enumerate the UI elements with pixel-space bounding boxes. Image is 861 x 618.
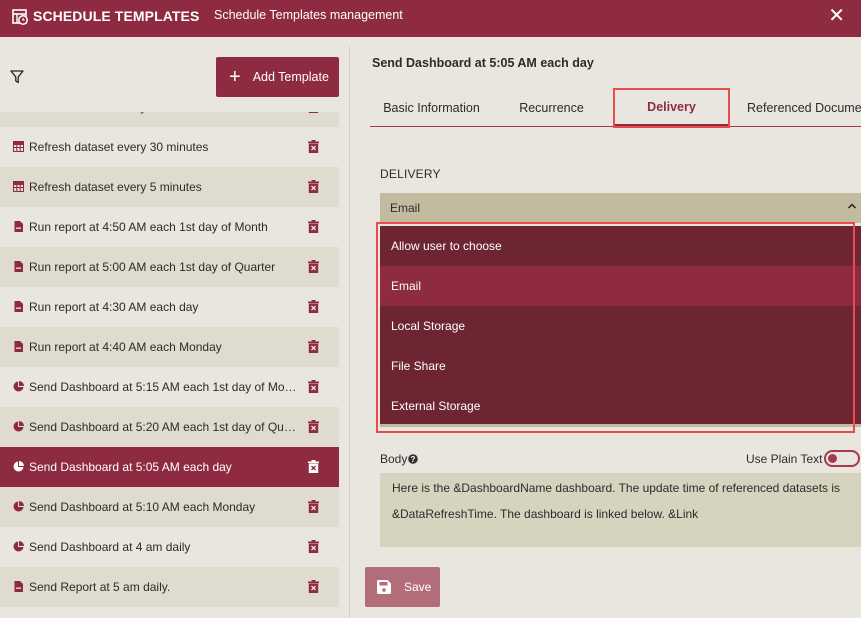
list-item[interactable]: Send Report at 5 am daily. — [0, 567, 339, 607]
delete-icon[interactable] — [308, 260, 319, 273]
list-item-label: Send Dashboard at 5:10 AM each Monday — [29, 500, 256, 514]
calendar-clock-icon — [12, 9, 28, 25]
list-item-selected[interactable]: Send Dashboard at 5:05 AM each day — [0, 447, 339, 487]
add-template-label: Add Template — [252, 70, 329, 84]
body-label: Body ? — [380, 452, 419, 466]
delete-icon[interactable] — [308, 460, 319, 473]
svg-text:?: ? — [411, 455, 416, 464]
add-template-button[interactable]: + Add Template — [216, 57, 339, 97]
body-text-line-2: &DataRefreshTime. The dashboard is linke… — [392, 507, 699, 521]
tab-recurrence[interactable]: Recurrence — [493, 89, 610, 127]
delivery-option-allow-user-to-choose[interactable]: Allow user to choose — [380, 226, 861, 266]
delete-icon[interactable] — [308, 380, 319, 393]
chevron-up-icon — [847, 203, 857, 209]
body-text-line-1: Here is the &DashboardName dashboard. Th… — [392, 481, 841, 495]
delivery-selected-value: Email — [390, 201, 421, 215]
delivery-dropdown-menu: Allow user to choose Email Local Storage… — [380, 226, 861, 427]
delete-icon[interactable] — [308, 220, 319, 233]
report-icon — [13, 581, 24, 592]
list-item-label: Send Dashboard at 5:15 AM each 1st day o… — [29, 380, 301, 394]
delete-icon[interactable] — [308, 112, 319, 113]
delivery-option-email[interactable]: Email — [380, 266, 861, 306]
list-item-label: Send Dashboard at 5:05 AM each day — [29, 460, 232, 474]
list-item[interactable]: Refresh dataset every 5 minutes — [0, 167, 339, 207]
list-item[interactable]: Run report at 4:30 AM each day — [0, 287, 339, 327]
list-item[interactable]: Send Dashboard at 5:15 AM each 1st day o… — [0, 367, 339, 407]
app-subtitle: Schedule Templates management — [214, 8, 403, 22]
list-item-label: Refresh dataset every 5 minutes — [29, 180, 202, 194]
tab-referenced-documents[interactable]: Referenced Documen — [736, 89, 861, 127]
delivery-select[interactable]: Email — [380, 193, 861, 223]
list-item[interactable]: Send Dashboard at 4 am daily — [0, 527, 339, 567]
save-label: Save — [404, 580, 432, 594]
tab-basic-information[interactable]: Basic Information — [370, 89, 493, 127]
list-item-label: Send Dashboard at 4 am daily — [29, 540, 191, 554]
dataset-icon — [13, 181, 24, 192]
delete-icon[interactable] — [308, 140, 319, 153]
delete-icon[interactable] — [308, 580, 319, 593]
dashboard-icon — [13, 461, 24, 472]
report-icon — [13, 301, 24, 312]
toggle-knob — [828, 454, 837, 463]
use-plain-text-label: Use Plain Text — [746, 452, 823, 466]
list-item-label: Run report at 4:30 AM each day — [29, 300, 199, 314]
save-icon — [377, 580, 391, 594]
delivery-section-label: DELIVERY — [380, 167, 441, 181]
list-item-label: Refresh dataset every 12 hour — [29, 112, 301, 114]
save-button[interactable]: Save — [365, 567, 440, 607]
app-title: SCHEDULE TEMPLATES — [33, 8, 200, 24]
list-item[interactable]: Run report at 4:50 AM each 1st day of Mo… — [0, 207, 339, 247]
list-item[interactable]: Refresh dataset every 12 hour — [0, 112, 339, 127]
dashboard-icon — [13, 541, 24, 552]
list-item-label: Refresh dataset every 30 minutes — [29, 140, 209, 154]
dataset-icon — [13, 141, 24, 152]
delivery-option-local-storage[interactable]: Local Storage — [380, 306, 861, 346]
list-item[interactable]: Send Dashboard at 5:10 AM each Monday — [0, 487, 339, 527]
plus-icon: + — [229, 66, 241, 88]
delete-icon[interactable] — [308, 540, 319, 553]
delete-icon[interactable] — [308, 300, 319, 313]
body-textarea[interactable]: Here is the &DashboardName dashboard. Th… — [380, 473, 861, 547]
template-list: Refresh dataset every 12 hour Refresh dat… — [0, 112, 339, 618]
close-icon[interactable]: ✕ — [828, 6, 845, 26]
list-item-label: Run report at 4:50 AM each 1st day of Mo… — [29, 220, 268, 234]
detail-title: Send Dashboard at 5:05 AM each day — [372, 56, 594, 70]
delivery-option-file-share[interactable]: File Share — [380, 346, 861, 386]
help-icon[interactable]: ? — [408, 454, 419, 464]
list-item-label: Run report at 4:40 AM each Monday — [29, 340, 222, 354]
delete-icon[interactable] — [308, 420, 319, 433]
list-item[interactable]: Send Dashboard at 5:20 AM each 1st day o… — [0, 407, 339, 447]
list-item[interactable]: Refresh dataset every 30 minutes — [0, 127, 339, 167]
delivery-option-external-storage[interactable]: External Storage — [380, 386, 861, 426]
dashboard-icon — [13, 421, 24, 432]
report-icon — [13, 341, 24, 352]
list-item-label: Run report at 5:00 AM each 1st day of Qu… — [29, 260, 276, 274]
use-plain-text-toggle[interactable] — [824, 450, 860, 467]
report-icon — [13, 261, 24, 272]
template-sidebar: + Add Template Refresh dataset every 12 … — [0, 37, 350, 618]
body-label-text: Body — [380, 452, 408, 466]
tab-bar: Basic Information Recurrence Delivery Re… — [370, 89, 861, 127]
list-item-label: Send Report at 5 am daily. — [29, 580, 171, 594]
title-bar: SCHEDULE TEMPLATES Schedule Templates ma… — [0, 0, 861, 37]
dashboard-icon — [13, 501, 24, 512]
list-item-label: Send Dashboard at 5:20 AM each 1st day o… — [29, 420, 301, 434]
delete-icon[interactable] — [308, 500, 319, 513]
tab-delivery[interactable]: Delivery — [615, 89, 728, 127]
filter-icon[interactable] — [10, 70, 24, 84]
list-item[interactable]: Run report at 4:40 AM each Monday — [0, 327, 339, 367]
dashboard-icon — [13, 381, 24, 392]
template-detail: Send Dashboard at 5:05 AM each day Basic… — [350, 37, 861, 618]
delete-icon[interactable] — [308, 340, 319, 353]
delete-icon[interactable] — [308, 180, 319, 193]
report-icon — [13, 221, 24, 232]
list-item[interactable]: Run report at 5:00 AM each 1st day of Qu… — [0, 247, 339, 287]
